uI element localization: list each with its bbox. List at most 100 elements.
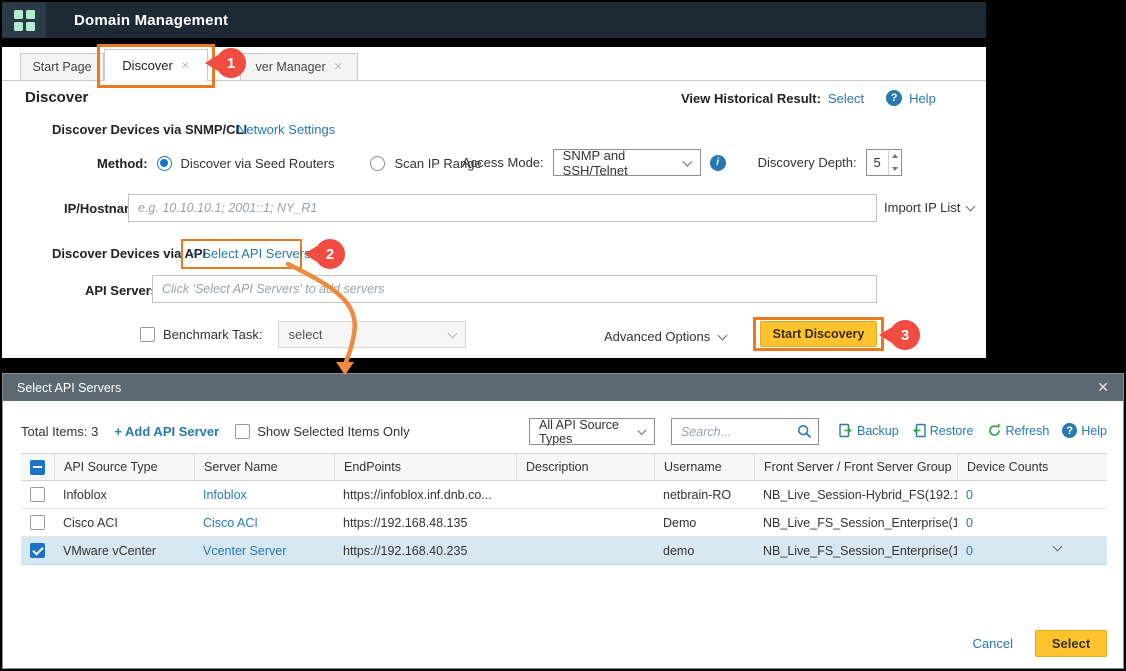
table-row[interactable]: Infoblox Infoblox https://infoblox.inf.d… bbox=[21, 481, 1107, 509]
search-icon[interactable] bbox=[797, 424, 812, 439]
column-header[interactable]: Device Counts bbox=[957, 454, 1107, 480]
app-menu-button[interactable] bbox=[2, 2, 46, 38]
table-header-row: API Source Type Server Name EndPoints De… bbox=[21, 453, 1107, 481]
info-icon[interactable]: i bbox=[710, 155, 726, 171]
column-header[interactable]: Username bbox=[654, 454, 754, 480]
cell-device-counts-link[interactable]: 0 bbox=[957, 516, 1107, 530]
ip-hostname-input[interactable] bbox=[128, 194, 877, 222]
cell-endpoints: https://192.168.48.135 bbox=[334, 516, 516, 530]
import-ip-list-label: Import IP List bbox=[884, 200, 960, 215]
app-title: Domain Management bbox=[74, 12, 228, 29]
cell-server-name-link[interactable]: Infoblox bbox=[194, 488, 334, 502]
dialog-help-button[interactable]: ? Help bbox=[1062, 423, 1107, 438]
cell-username: Demo bbox=[654, 516, 754, 530]
table-row-selected[interactable]: VMware vCenter Vcenter Server https://19… bbox=[21, 537, 1107, 565]
select-api-servers-link[interactable]: + Select API Servers bbox=[191, 246, 311, 261]
backup-icon bbox=[839, 423, 853, 438]
select-api-servers-dialog: Select API Servers Total Items: 3 + Add … bbox=[2, 373, 1124, 669]
cell-front-server: NB_Live_Session-Hybrid_FS(192.168.31.... bbox=[754, 488, 957, 502]
search-input[interactable] bbox=[672, 420, 797, 443]
show-selected-label: Show Selected Items Only bbox=[257, 424, 409, 439]
app-grid-icon bbox=[14, 10, 35, 31]
restore-button[interactable]: Restore bbox=[912, 423, 974, 438]
cell-username: netbrain-RO bbox=[654, 488, 754, 502]
chevron-down-icon bbox=[718, 330, 728, 340]
cell-source-type: Cisco ACI bbox=[54, 516, 194, 530]
select-button[interactable]: Select bbox=[1035, 630, 1107, 657]
help-link[interactable]: Help bbox=[909, 91, 936, 106]
method-label: Method: bbox=[97, 156, 148, 171]
tab-server-manager[interactable]: ver Manager bbox=[240, 53, 358, 80]
add-api-server-link[interactable]: + Add API Server bbox=[114, 424, 219, 439]
table-row[interactable]: Cisco ACI Cisco ACI https://192.168.48.1… bbox=[21, 509, 1107, 537]
select-all-checkbox[interactable] bbox=[30, 460, 45, 475]
discovery-depth-value: 5 bbox=[867, 150, 888, 175]
cell-front-server: NB_Live_FS_Session_Enterprise(192.168... bbox=[754, 516, 957, 530]
column-header[interactable]: Description bbox=[516, 454, 654, 480]
column-header[interactable]: Front Server / Front Server Group bbox=[754, 454, 957, 480]
api-servers-label: API Servers: bbox=[85, 283, 162, 298]
discovery-depth-stepper[interactable]: 5 bbox=[866, 149, 902, 176]
method-row: Method: Discover via Seed Routers Scan I… bbox=[97, 153, 482, 173]
api-servers-input[interactable] bbox=[152, 275, 877, 303]
benchmark-row: Benchmark Task: select bbox=[140, 321, 466, 348]
cell-device-counts-link[interactable]: 0 bbox=[957, 544, 1107, 558]
close-icon[interactable] bbox=[181, 60, 190, 72]
discovery-depth-label: Discovery Depth: bbox=[758, 155, 857, 170]
network-settings-link[interactable]: Network Settings bbox=[237, 122, 335, 137]
historical-select-link[interactable]: Select bbox=[828, 91, 864, 106]
api-source-type-filter[interactable]: All API Source Types bbox=[529, 418, 655, 445]
cell-username: demo bbox=[654, 544, 754, 558]
column-header[interactable]: API Source Type bbox=[54, 454, 194, 480]
access-mode-label: Access Mode: bbox=[462, 155, 544, 170]
chevron-down-icon bbox=[966, 201, 976, 211]
cell-front-server: NB_Live_FS_Session_Enterprise(192.168... bbox=[754, 544, 957, 558]
cell-server-name-link[interactable]: Cisco ACI bbox=[194, 516, 334, 530]
step-badge-1: 1 bbox=[216, 48, 246, 78]
show-selected-checkbox[interactable] bbox=[235, 424, 250, 439]
import-ip-list-dropdown[interactable]: Import IP List bbox=[884, 200, 974, 215]
help-icon: ? bbox=[1062, 423, 1077, 438]
advanced-options-label: Advanced Options bbox=[604, 329, 710, 344]
column-header[interactable]: EndPoints bbox=[334, 454, 516, 480]
cancel-button[interactable]: Cancel bbox=[973, 636, 1013, 651]
access-mode-value: SNMP and SSH/Telnet bbox=[563, 148, 684, 178]
filter-value: All API Source Types bbox=[539, 418, 639, 446]
refresh-button[interactable]: Refresh bbox=[987, 423, 1050, 438]
row-checkbox[interactable] bbox=[30, 487, 45, 502]
page-title: Discover bbox=[25, 89, 88, 106]
start-discovery-button[interactable]: Start Discovery bbox=[760, 321, 877, 347]
dialog-toolbar-left: Total Items: 3 + Add API Server Show Sel… bbox=[21, 424, 410, 439]
api-section-title: Discover Devices via API bbox=[52, 246, 206, 261]
benchmark-task-value: select bbox=[288, 327, 322, 342]
cell-source-type: VMware vCenter bbox=[54, 544, 194, 558]
radio-scan-ip-range[interactable] bbox=[370, 156, 385, 171]
cell-endpoints: https://infoblox.inf.dnb.co... bbox=[334, 488, 516, 502]
api-servers-table: API Source Type Server Name EndPoints De… bbox=[21, 453, 1107, 565]
cell-server-name-link[interactable]: Vcenter Server bbox=[194, 544, 334, 558]
cell-device-counts-link[interactable]: 0 bbox=[957, 488, 1107, 502]
row-checkbox[interactable] bbox=[30, 543, 45, 558]
benchmark-task-select[interactable]: select bbox=[278, 321, 466, 348]
advanced-options-dropdown[interactable]: Advanced Options bbox=[604, 329, 726, 344]
benchmark-label: Benchmark Task: bbox=[163, 327, 262, 342]
help-icon[interactable]: ? bbox=[886, 90, 902, 106]
dialog-footer: Cancel Select bbox=[973, 630, 1107, 657]
close-icon[interactable] bbox=[334, 61, 343, 73]
tab-discover[interactable]: Discover bbox=[104, 49, 208, 81]
row-checkbox[interactable] bbox=[30, 515, 45, 530]
search-box[interactable] bbox=[671, 418, 819, 445]
column-header[interactable]: Server Name bbox=[194, 454, 334, 480]
tab-label: ver Manager bbox=[256, 60, 326, 74]
cell-source-type: Infoblox bbox=[54, 488, 194, 502]
benchmark-checkbox[interactable] bbox=[140, 327, 155, 342]
backup-button[interactable]: Backup bbox=[839, 423, 899, 438]
access-mode-select[interactable]: SNMP and SSH/Telnet bbox=[553, 149, 701, 176]
dialog-title: Select API Servers bbox=[17, 381, 121, 395]
tab-start-page[interactable]: Start Page bbox=[20, 53, 104, 80]
view-historical-group: View Historical Result: Select ? Help bbox=[681, 90, 936, 106]
screen: Domain Management Start Page Discover ve… bbox=[0, 0, 1126, 671]
close-icon[interactable] bbox=[1097, 379, 1109, 396]
radio-seed-routers[interactable] bbox=[157, 156, 172, 171]
tab-label: Start Page bbox=[32, 60, 91, 74]
